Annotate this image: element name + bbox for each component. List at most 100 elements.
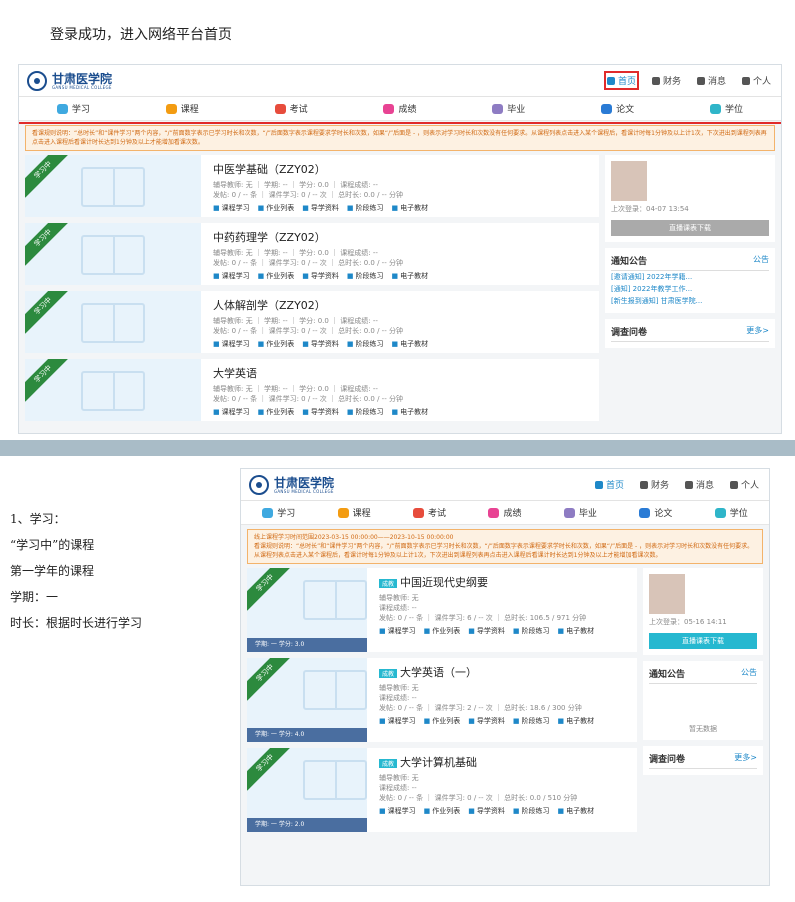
nav-label: 课程 xyxy=(180,105,199,115)
tab-announcement[interactable]: 公告 xyxy=(741,667,757,680)
nav-label: 成绩 xyxy=(503,509,522,519)
action-0[interactable]: 课程学习 xyxy=(379,626,416,636)
course-card[interactable]: 学习中 大学英语 辅导教师: 无 ｜ 学期: -- ｜ 学分: 0.0 ｜ 课程成绩… xyxy=(25,359,599,421)
main-nav: 学习 课程 考试 成绩 毕业 论文 学位 xyxy=(241,501,769,525)
sidebar: 上次登录：05-16 14:11 直播课表下载 通知公告 公告 暂无数据 调查问卷 更多… xyxy=(643,568,763,838)
course-card[interactable]: 学习中 人体解剖学（ZZY02） 辅导教师: 无 ｜ 学期: -- ｜ 学分: 0.… xyxy=(25,291,599,353)
schedule-download-button[interactable]: 直播课表下载 xyxy=(611,220,769,236)
action-1[interactable]: 作业列表 xyxy=(424,626,460,636)
nav-personal[interactable]: 个人 xyxy=(729,478,759,491)
action-1[interactable]: 作业列表 xyxy=(258,203,294,213)
course-meta: 辅导教师: 无 ｜ 学期: -- ｜ 学分: 0.0 ｜ 课程成绩: -- xyxy=(213,317,378,325)
course-card[interactable]: 学习中 学期: 一 学分: 3.0 成教 中国近现代史纲要 辅导教师: 无课程成绩: -… xyxy=(247,568,637,652)
nav-label: 毕业 xyxy=(578,509,597,519)
course-thumbnail: 学习中 xyxy=(25,155,201,217)
action-4[interactable]: 电子教材 xyxy=(392,271,428,281)
nav-item-0[interactable]: 学习 xyxy=(262,506,295,519)
course-title[interactable]: 成教 大学英语（一） xyxy=(379,664,625,680)
college-logo[interactable]: 甘肃医学院 GANSU MEDICAL COLLEGE xyxy=(249,475,334,495)
schedule-download-button[interactable]: 直播课表下载 xyxy=(649,633,757,649)
news-item[interactable]: [通知] 2022年教学工作... xyxy=(611,283,769,295)
action-2[interactable]: 导学资料 xyxy=(302,407,339,417)
action-2[interactable]: 导学资料 xyxy=(468,716,505,726)
status-ribbon: 学习中 xyxy=(247,568,293,611)
action-1[interactable]: 作业列表 xyxy=(424,716,460,726)
action-0[interactable]: 课程学习 xyxy=(379,716,416,726)
course-card[interactable]: 学习中 学期: 一 学分: 2.0 成教 大学计算机基础 辅导教师: 无课程成绩: --… xyxy=(247,748,637,832)
nav-item-3[interactable]: 成绩 xyxy=(383,102,416,115)
seal-icon xyxy=(249,475,269,495)
action-4[interactable]: 电子教材 xyxy=(558,716,594,726)
course-title[interactable]: 中医学基础（ZZY02） xyxy=(213,161,587,177)
action-3[interactable]: 阶段练习 xyxy=(513,716,550,726)
nav-personal[interactable]: 个人 xyxy=(741,74,771,87)
course-name: 人体解剖学（ZZY02） xyxy=(213,299,326,312)
action-1[interactable]: 作业列表 xyxy=(258,271,294,281)
nav-item-2[interactable]: 考试 xyxy=(274,102,308,115)
action-0[interactable]: 课程学习 xyxy=(213,407,250,417)
nav-item-0[interactable]: 学习 xyxy=(56,102,90,115)
nav-item-5[interactable]: 论文 xyxy=(639,506,672,519)
action-4[interactable]: 电子教材 xyxy=(392,407,428,417)
nav-home[interactable]: 首页 xyxy=(594,478,624,491)
course-title[interactable]: 中药药理学（ZZY02） xyxy=(213,229,587,245)
nav-message[interactable]: 消息 xyxy=(684,478,714,491)
action-2[interactable]: 导学资料 xyxy=(302,203,339,213)
news-item[interactable]: [新生报到通知] 甘肃医学院... xyxy=(611,295,769,307)
top-bar: 甘肃医学院 GANSU MEDICAL COLLEGE 首页 财务 消息 个人 xyxy=(241,469,769,501)
action-3[interactable]: 阶段练习 xyxy=(513,626,550,636)
progress-meta: 发帖: 0 / -- 条 ｜ 课件学习: 0 / -- 次 ｜ 总时长: 0.0… xyxy=(213,259,403,267)
action-3[interactable]: 阶段练习 xyxy=(347,407,384,417)
action-3[interactable]: 阶段练习 xyxy=(347,339,384,349)
action-3[interactable]: 阶段练习 xyxy=(347,271,384,281)
action-4[interactable]: 电子教材 xyxy=(392,203,428,213)
nav-item-1[interactable]: 课程 xyxy=(337,506,371,519)
nav-finance[interactable]: 财务 xyxy=(639,478,669,491)
book-icon xyxy=(81,167,145,207)
nav-item-1[interactable]: 课程 xyxy=(165,102,199,115)
nav-message[interactable]: 消息 xyxy=(696,74,726,87)
action-1[interactable]: 作业列表 xyxy=(258,339,294,349)
action-1[interactable]: 作业列表 xyxy=(424,806,460,816)
nav-item-3[interactable]: 成绩 xyxy=(488,506,521,519)
course-title[interactable]: 人体解剖学（ZZY02） xyxy=(213,297,587,313)
course-title[interactable]: 成教 中国近现代史纲要 xyxy=(379,574,625,590)
platform-screenshot-1: 甘肃医学院 GANSU MEDICAL COLLEGE 首页 财务 消息 个人 学… xyxy=(18,64,782,434)
course-card[interactable]: 学习中 学期: 一 学分: 4.0 成教 大学英语（一） 辅导教师: 无课程成绩: --… xyxy=(247,658,637,742)
action-3[interactable]: 阶段练习 xyxy=(513,806,550,816)
action-0[interactable]: 课程学习 xyxy=(213,203,250,213)
nav-item-4[interactable]: 毕业 xyxy=(563,506,597,519)
nav-item-4[interactable]: 毕业 xyxy=(492,102,525,115)
course-title[interactable]: 成教 大学计算机基础 xyxy=(379,754,625,770)
nav-icon xyxy=(488,507,500,518)
nav-item-6[interactable]: 学位 xyxy=(714,506,748,519)
news-item[interactable]: [邀请通知] 2022年学籍... xyxy=(611,271,769,283)
course-title[interactable]: 大学英语 xyxy=(213,365,587,381)
action-0[interactable]: 课程学习 xyxy=(213,339,250,349)
nav-item-5[interactable]: 论文 xyxy=(601,102,634,115)
action-1[interactable]: 作业列表 xyxy=(258,407,294,417)
nav-item-2[interactable]: 考试 xyxy=(413,506,446,519)
nav-item-6[interactable]: 学位 xyxy=(709,102,743,115)
course-card[interactable]: 学习中 中药药理学（ZZY02） 辅导教师: 无 ｜ 学期: -- ｜ 学分: 0.… xyxy=(25,223,599,285)
nav-finance[interactable]: 财务 xyxy=(651,74,681,87)
course-thumbnail: 学习中 xyxy=(25,291,201,353)
action-4[interactable]: 电子教材 xyxy=(392,339,428,349)
action-3[interactable]: 阶段练习 xyxy=(347,203,384,213)
college-logo[interactable]: 甘肃医学院 GANSU MEDICAL COLLEGE xyxy=(27,71,112,91)
more-link[interactable]: 更多> xyxy=(746,325,769,338)
progress-meta: 发帖: 0 / -- 条 ｜ 课件学习: 0 / -- 次 ｜ 总时长: 0.0… xyxy=(213,191,403,199)
course-info: 中药药理学（ZZY02） 辅导教师: 无 ｜ 学期: -- ｜ 学分: 0.0 ｜… xyxy=(201,223,599,285)
action-2[interactable]: 导学资料 xyxy=(302,339,339,349)
action-4[interactable]: 电子教材 xyxy=(558,626,594,636)
course-card[interactable]: 学习中 中医学基础（ZZY02） 辅导教师: 无 ｜ 学期: -- ｜ 学分: 0.… xyxy=(25,155,599,217)
action-2[interactable]: 导学资料 xyxy=(302,271,339,281)
action-4[interactable]: 电子教材 xyxy=(558,806,594,816)
action-2[interactable]: 导学资料 xyxy=(468,626,505,636)
action-0[interactable]: 课程学习 xyxy=(213,271,250,281)
nav-home[interactable]: 首页 xyxy=(603,71,639,90)
action-2[interactable]: 导学资料 xyxy=(468,806,505,816)
tab-announcement[interactable]: 公告 xyxy=(753,254,769,267)
action-0[interactable]: 课程学习 xyxy=(379,806,416,816)
more-link[interactable]: 更多> xyxy=(734,752,757,765)
